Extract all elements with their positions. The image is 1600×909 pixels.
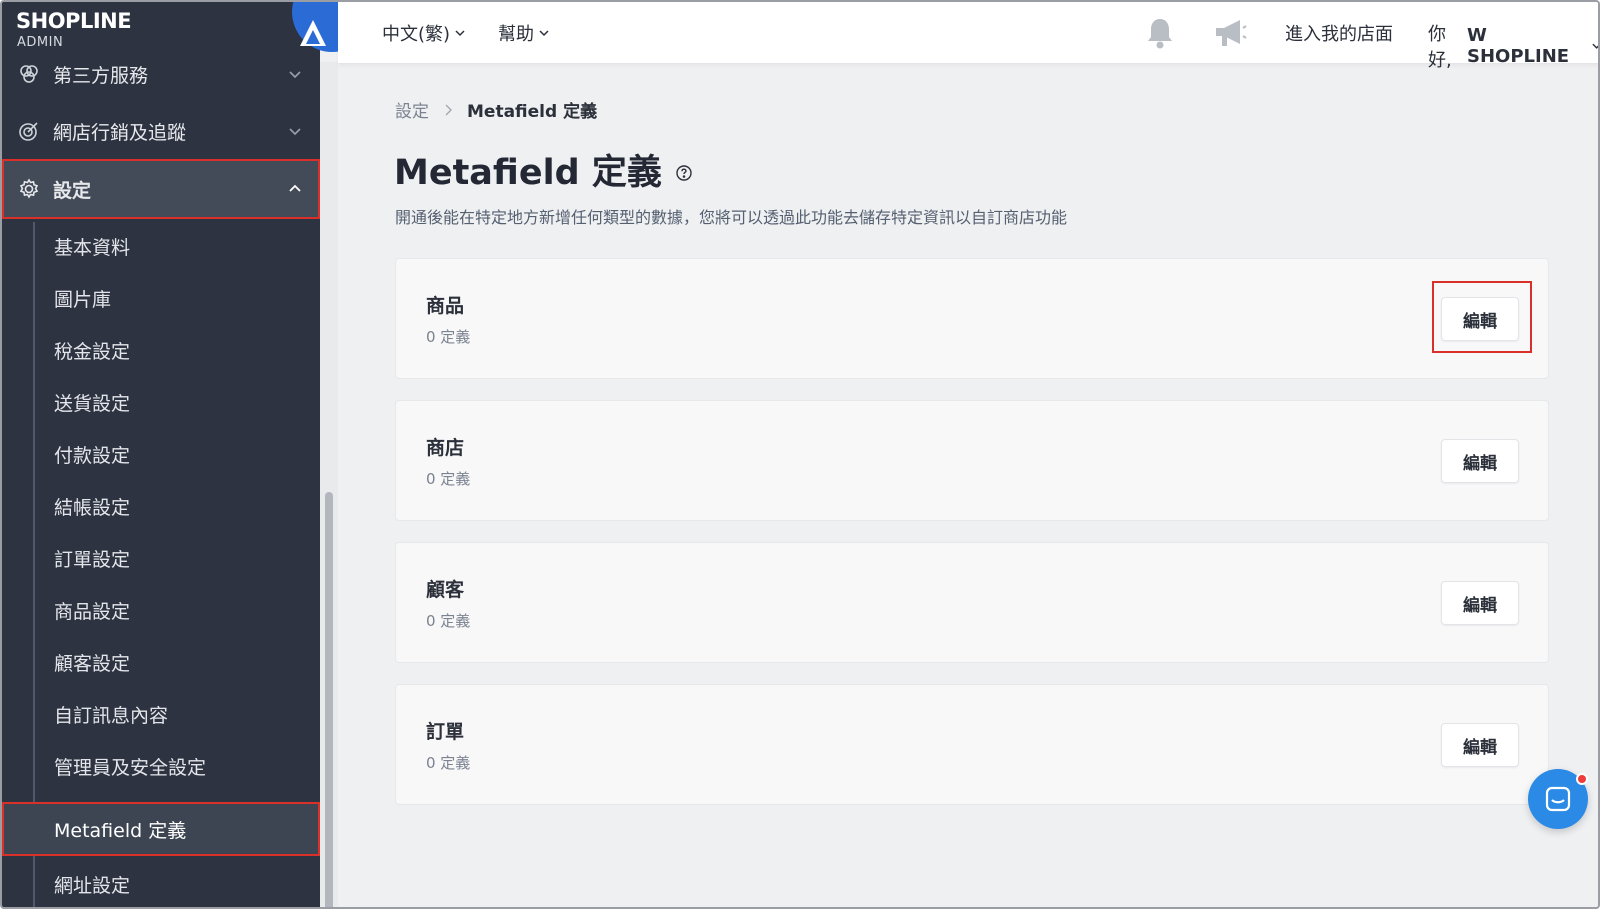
sidebar-subitem-label: 送貨設定: [54, 392, 131, 415]
bell-icon[interactable]: [1144, 16, 1176, 50]
notification-dot: [1576, 773, 1588, 785]
sidebar-item-third-party[interactable]: 第三方服務: [2, 46, 320, 102]
sidebar-subitem-label: 圖片庫: [54, 288, 112, 311]
help-label: 幫助: [498, 24, 534, 45]
sidebar-item-label: 網店行銷及追蹤: [53, 121, 187, 144]
sidebar-subitem[interactable]: 管理員及安全設定: [2, 740, 320, 792]
metafield-card-order: 訂單 0 定義 編輯: [395, 684, 1549, 805]
chat-icon: [1545, 786, 1571, 812]
page-description: 開通後能在特定地方新增任何類型的數據，您將可以透過此功能去儲存特定資訊以自訂商店…: [395, 208, 1068, 227]
sidebar-subitem-metafield[interactable]: Metafield 定義: [2, 802, 320, 856]
circles-icon: [20, 65, 38, 83]
metafield-card-customer: 顧客 0 定義 編輯: [395, 542, 1549, 663]
sidebar-subitem-label: 網址設定: [54, 874, 131, 897]
breadcrumb-current: Metafield 定義: [467, 102, 598, 122]
edit-button[interactable]: 編輯: [1441, 581, 1519, 625]
card-count: 0 定義: [426, 470, 471, 488]
sidebar-item-settings[interactable]: 設定: [2, 159, 320, 219]
gear-icon: [19, 178, 39, 199]
chevron-down-icon: [289, 71, 301, 79]
sidebar-subitem[interactable]: 網址設定: [2, 858, 320, 907]
sidebar-subitem[interactable]: 商品設定: [2, 584, 320, 636]
visit-store-label: 進入我的店面: [1285, 24, 1393, 45]
sidebar-subitem[interactable]: 顧客設定: [2, 636, 320, 688]
shopline-mark-icon[interactable]: [298, 18, 328, 48]
card-title: 商品: [426, 295, 465, 317]
user-name: W SHOPLINE: [1467, 25, 1570, 67]
sidebar-subitem-label: 訂單設定: [54, 548, 131, 571]
card-title: 顧客: [426, 579, 465, 601]
sidebar-subitem[interactable]: 自訂訊息內容: [2, 688, 320, 740]
greeting-prefix: 你好,: [1428, 24, 1452, 71]
app-window: SHOPLINE ADMIN 第三方服務 網店行銷及追蹤 設定 基本資料 圖片庫…: [0, 0, 1600, 909]
page-title: Metafield 定義: [394, 144, 692, 195]
chevron-down-icon: [289, 128, 301, 136]
top-bar: 中文(繁) 幫助 進入我的店面 你好, W SHOPLINE: [338, 2, 1598, 71]
breadcrumb: 設定 Metafield 定義: [395, 97, 597, 122]
visit-store-link[interactable]: 進入我的店面: [1285, 20, 1393, 46]
language-label: 中文(繁): [382, 24, 451, 45]
sidebar-subitem[interactable]: 稅金設定: [2, 324, 320, 376]
sidebar-subitem[interactable]: 結帳設定: [2, 480, 320, 532]
card-count: 0 定義: [426, 612, 471, 630]
sidebar-item-marketing[interactable]: 網店行銷及追蹤: [2, 103, 320, 159]
metafield-card-store: 商店 0 定義 編輯: [395, 400, 1549, 521]
sidebar-subitem[interactable]: 訂單設定: [2, 532, 320, 584]
sidebar-subitem[interactable]: 付款設定: [2, 428, 320, 480]
megaphone-icon[interactable]: [1212, 16, 1248, 50]
sidebar-scrollbar-thumb[interactable]: [325, 492, 333, 907]
card-title: 訂單: [426, 721, 465, 743]
edit-button[interactable]: 編輯: [1441, 439, 1519, 483]
chevron-down-icon: [539, 30, 549, 37]
sidebar-subitem-label: Metafield 定義: [54, 819, 187, 842]
sidebar-item-label: 設定: [53, 179, 92, 202]
sidebar-subitem-label: 結帳設定: [54, 496, 131, 519]
chevron-down-icon: [1592, 43, 1598, 49]
sidebar-subitem-label: 付款設定: [54, 444, 131, 467]
logo[interactable]: SHOPLINE: [16, 9, 132, 33]
edit-button[interactable]: 編輯: [1441, 723, 1519, 767]
metafield-card-product: 商品 0 定義 編輯: [395, 258, 1549, 379]
help-circle-icon[interactable]: [676, 164, 692, 181]
sidebar-subitem[interactable]: 送貨設定: [2, 376, 320, 428]
chevron-down-icon: [455, 30, 465, 37]
sidebar-subitem[interactable]: 基本資料: [2, 220, 320, 272]
sidebar-item-label: 第三方服務: [53, 64, 149, 87]
chevron-up-icon: [289, 184, 301, 192]
target-icon: [19, 122, 38, 141]
sidebar-subitem-label: 自訂訊息內容: [54, 704, 169, 727]
card-count: 0 定義: [426, 328, 471, 346]
help-menu[interactable]: 幫助: [498, 20, 550, 46]
sidebar-subitem-label: 管理員及安全設定: [54, 756, 207, 779]
page-title-text: Metafield 定義: [394, 153, 662, 193]
sidebar: SHOPLINE ADMIN 第三方服務 網店行銷及追蹤 設定 基本資料 圖片庫…: [2, 2, 372, 907]
edit-button-highlight: [1432, 281, 1532, 353]
language-selector[interactable]: 中文(繁): [382, 20, 466, 46]
sidebar-subitem-label: 顧客設定: [54, 652, 131, 675]
card-count: 0 定義: [426, 754, 471, 772]
sidebar-subitem-label: 稅金設定: [54, 340, 131, 363]
breadcrumb-parent[interactable]: 設定: [395, 97, 429, 122]
sidebar-subitem-label: 基本資料: [54, 236, 131, 259]
chevron-right-icon: [445, 104, 452, 115]
card-title: 商店: [426, 437, 465, 459]
user-menu[interactable]: 你好, W SHOPLINE: [1428, 20, 1598, 72]
sidebar-subitem[interactable]: 圖片庫: [2, 272, 320, 324]
sidebar-subitem-label: 商品設定: [54, 600, 131, 623]
